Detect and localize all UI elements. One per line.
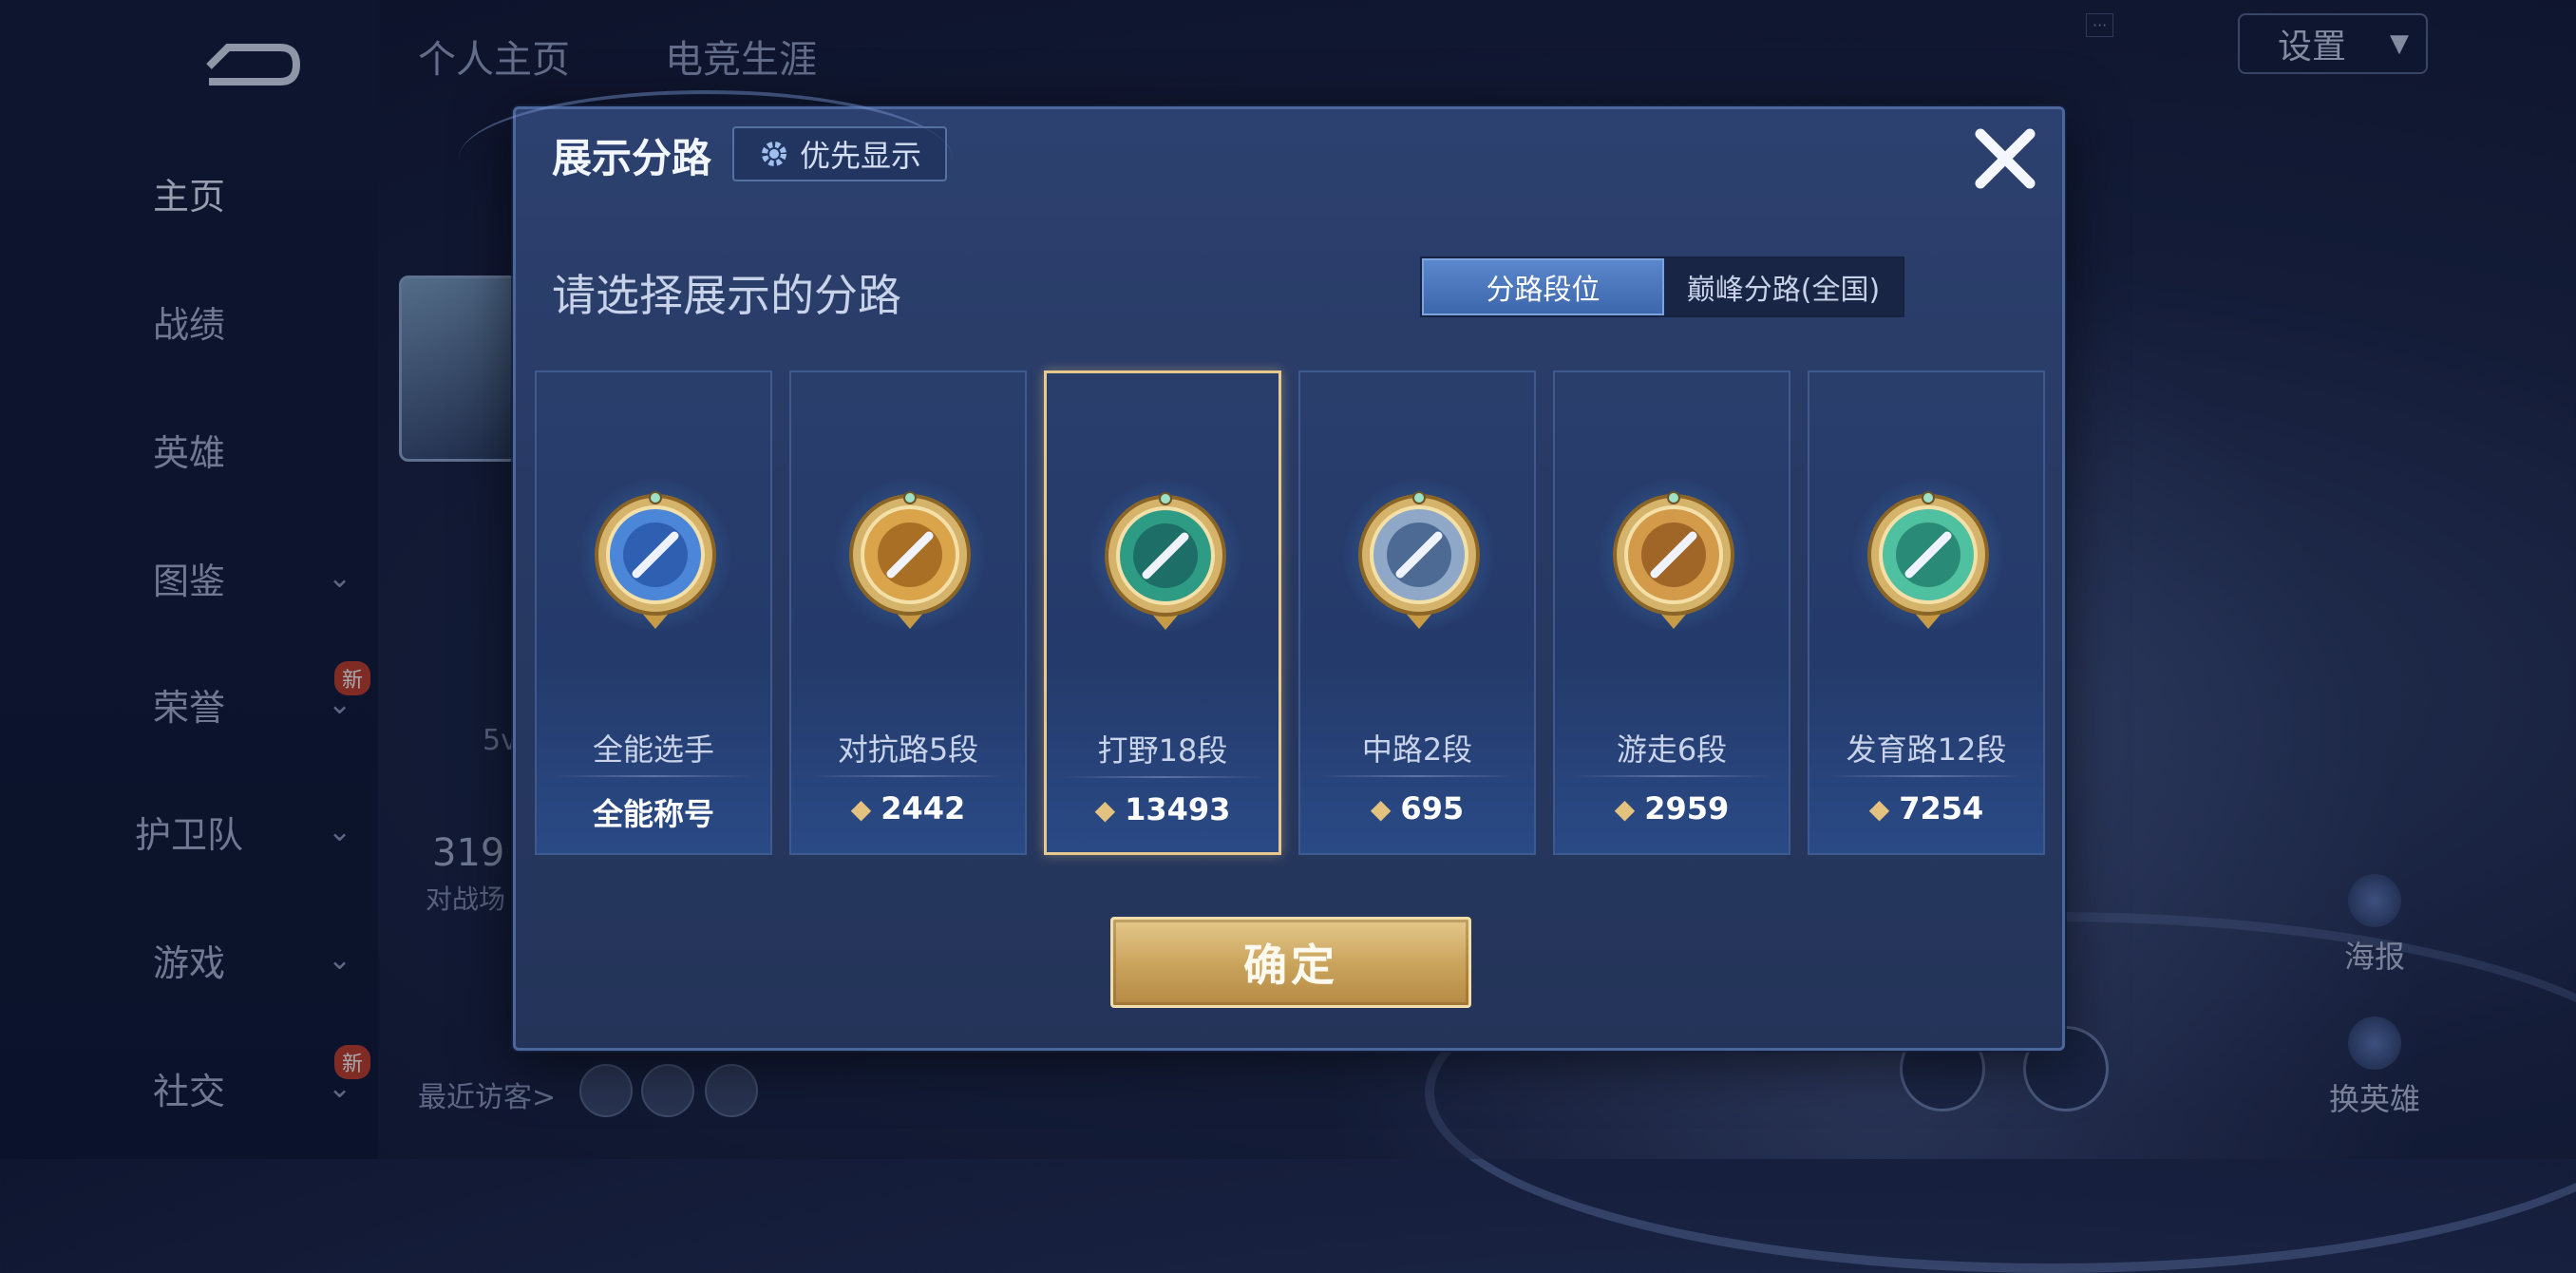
all-round-badge-icon (595, 491, 716, 629)
priority-display-label: 优先显示 (799, 138, 921, 174)
card-divider (808, 775, 1008, 777)
lane-card-name: 打野18段 (1097, 732, 1228, 769)
lane-card-name: 游走6段 (1616, 732, 1728, 768)
jungle-badge-icon (1105, 492, 1226, 630)
lane-card-value-text: 2442 (881, 790, 966, 826)
lane-card-value-text: 13493 (1125, 791, 1231, 827)
rank-points-icon: ◆ (1868, 792, 1890, 825)
rank-points-icon: ◆ (1614, 792, 1636, 825)
gear-icon (761, 142, 786, 166)
lane-card-value-text: 全能称号 (592, 796, 714, 832)
card-divider (1317, 775, 1517, 777)
lane-card-name: 发育路12段 (1846, 732, 2007, 768)
card-divider (1064, 776, 1263, 778)
lane-card-name: 对抗路5段 (837, 732, 979, 768)
lane-card[interactable]: 全能选手 全能称号 (535, 370, 772, 855)
lane-card-value: ◆ 2442 (791, 790, 1025, 826)
lane-card-value-text: 2959 (1644, 790, 1730, 826)
dialog-title: 展示分路 (552, 135, 712, 181)
lane-card[interactable]: 对抗路5段 ◆ 2442 (789, 370, 1027, 855)
rank-points-icon: ◆ (850, 792, 872, 825)
confirm-button[interactable]: 确定 (1110, 917, 1471, 1008)
lane-display-dialog: 展示分路 优先显示 请选择展示的分路 分路段位 巅峰分路(全国) 全能选手全能称… (459, 90, 2065, 1051)
lane-card[interactable]: 打野18段 ◆ 13493 (1044, 370, 1281, 855)
lane-card-name: 全能选手 (592, 732, 714, 768)
lane-card-list: 全能选手 全能称号 对抗路5段 ◆ 2442 打野18段 ◆ 13493 中路2段 ◆ 695 游走6… (535, 370, 2055, 857)
lane-card-value-text: 695 (1400, 790, 1465, 826)
roam-badge-icon (1613, 491, 1734, 629)
rank-points-icon: ◆ (1370, 792, 1392, 825)
priority-display-button[interactable]: 优先显示 (732, 126, 947, 181)
lane-card[interactable]: 发育路12段 ◆ 7254 (1808, 370, 2045, 855)
lane-card-value: ◆ 695 (1300, 790, 1534, 826)
lane-card-value: ◆ 13493 (1047, 791, 1279, 827)
mid-lane-badge-icon (1358, 491, 1480, 629)
rank-points-icon: ◆ (1094, 793, 1116, 826)
lane-card-name: 中路2段 (1361, 732, 1473, 768)
lane-card-value: ◆ 2959 (1555, 790, 1789, 826)
lane-card[interactable]: 中路2段 ◆ 695 (1298, 370, 1536, 855)
lane-card-value-text: 7254 (1899, 790, 1984, 826)
close-icon[interactable] (1967, 121, 2043, 197)
toggle-lane-rank[interactable]: 分路段位 (1422, 258, 1664, 315)
card-divider (1827, 775, 2026, 777)
farm-lane-badge-icon (1867, 491, 1989, 629)
card-divider (1572, 775, 1771, 777)
lane-mode-toggle: 分路段位 巅峰分路(全国) (1420, 256, 1904, 317)
section-title: 请选择展示的分路 (552, 270, 901, 321)
card-divider (554, 775, 753, 777)
lane-card-value: ◆ 7254 (1809, 790, 2043, 826)
toggle-peak-lane-national[interactable]: 巅峰分路(全国) (1664, 258, 1903, 315)
lane-card-value: 全能称号 (537, 790, 770, 834)
clash-lane-badge-icon (849, 491, 971, 629)
lane-card[interactable]: 游走6段 ◆ 2959 (1553, 370, 1790, 855)
